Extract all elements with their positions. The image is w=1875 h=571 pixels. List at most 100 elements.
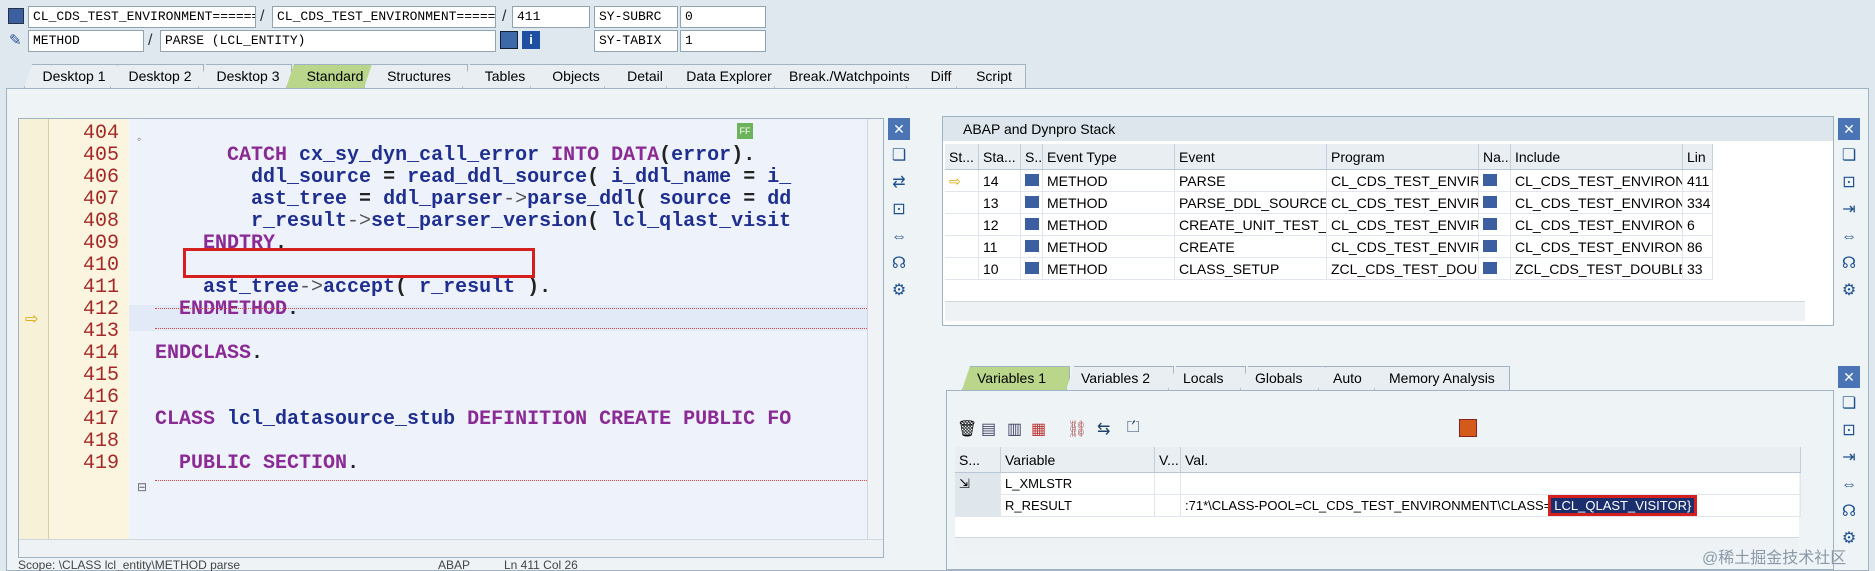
stack-cell[interactable]: CLASS_SETUP <box>1175 258 1327 280</box>
stack-cell[interactable]: 14 <box>979 170 1021 192</box>
settings-icon[interactable]: ⚙ <box>1838 280 1860 302</box>
close-icon[interactable]: ✕ <box>1838 366 1860 388</box>
quickfix-icon[interactable]: FF <box>737 123 753 139</box>
stack-cell[interactable]: 6 <box>1683 214 1713 236</box>
variable-cell[interactable]: ⇲ <box>955 473 1001 495</box>
services-icon[interactable]: ⇔ <box>1838 474 1860 496</box>
program-field[interactable]: CL_CDS_TEST_ENVIRONMENT======= <box>272 6 496 28</box>
method-field[interactable]: PARSE (LCL_ENTITY) <box>160 30 496 52</box>
navigate-icon[interactable] <box>1479 236 1511 258</box>
stack-column-header[interactable]: Sta... <box>979 144 1021 170</box>
folder-icon[interactable]: ⏍ <box>1127 419 1139 437</box>
tab-auto[interactable]: Auto <box>1318 366 1384 390</box>
stack-cell[interactable]: ZCL_CDS_TEST_DOUBLE... <box>1511 258 1683 280</box>
new-tool-icon[interactable]: ❏ <box>888 145 910 167</box>
stack-cell[interactable]: CL_CDS_TEST_ENVIRON... <box>1327 236 1479 258</box>
stack-cell[interactable]: 411 <box>1683 170 1713 192</box>
tab-variables-1[interactable]: Variables 1 <box>962 366 1070 390</box>
stack-cell[interactable]: 13 <box>979 192 1021 214</box>
navigate-icon[interactable] <box>1479 170 1511 192</box>
stack-cell[interactable]: CL_CDS_TEST_ENVIRON... <box>1511 236 1683 258</box>
stack-cell[interactable]: CL_CDS_TEST_ENVIRON... <box>1511 170 1683 192</box>
stack-cell[interactable]: METHOD <box>1043 236 1175 258</box>
variables-column-header[interactable]: V... <box>1155 447 1181 473</box>
layout-icon[interactable]: ▤ <box>981 419 996 439</box>
headset-icon[interactable]: ☊ <box>1838 501 1860 523</box>
fold-marker[interactable]: ⊟ <box>137 480 147 494</box>
move-icon[interactable]: ⇆ <box>1097 419 1110 439</box>
stack-column-header[interactable]: Event <box>1175 144 1327 170</box>
editor-hscroll[interactable] <box>19 539 883 557</box>
sysvar-value-tabix[interactable]: 1 <box>680 30 766 52</box>
stack-cell[interactable]: METHOD <box>1043 192 1175 214</box>
line-field[interactable]: 411 <box>512 6 590 28</box>
stack-cell[interactable]: CL_CDS_TEST_ENVIRON... <box>1327 214 1479 236</box>
stack-column-header[interactable]: St... <box>945 144 979 170</box>
stack-cell[interactable]: 86 <box>1683 236 1713 258</box>
stack-column-header[interactable]: Event Type <box>1043 144 1175 170</box>
navigate-icon[interactable] <box>1021 236 1043 258</box>
navigate-icon[interactable] <box>1021 192 1043 214</box>
delete-icon[interactable]: 🗑 <box>957 419 977 439</box>
stack-cell[interactable]: METHOD <box>1043 258 1175 280</box>
stack-column-header[interactable]: Lin <box>1683 144 1713 170</box>
tab-globals[interactable]: Globals <box>1240 366 1326 390</box>
stack-column-header[interactable]: Na... <box>1479 144 1511 170</box>
code-line[interactable]: 419 PUBLIC SECTION. <box>19 451 883 477</box>
import-icon[interactable]: ▥ <box>1007 419 1022 439</box>
headset-icon[interactable]: ☊ <box>1838 253 1860 275</box>
close-icon[interactable]: ✕ <box>888 118 910 140</box>
current-frame-arrow-icon[interactable]: ⇨ <box>945 170 979 192</box>
stack-cell[interactable]: PARSE <box>1175 170 1327 192</box>
current-frame-arrow-icon[interactable] <box>945 236 979 258</box>
tab-memory-analysis[interactable]: Memory Analysis <box>1374 366 1510 390</box>
swap-tool-icon[interactable]: ⊡ <box>1838 172 1860 194</box>
stack-column-header[interactable]: Program <box>1327 144 1479 170</box>
close-icon[interactable]: ✕ <box>1838 118 1860 140</box>
navigate-icon[interactable] <box>1021 214 1043 236</box>
resize-icon[interactable]: ⇥ <box>1838 447 1860 469</box>
variable-name[interactable]: R_RESULT <box>1001 495 1155 517</box>
services-icon[interactable]: ☊ <box>888 253 910 275</box>
tab-tables[interactable]: Tables <box>462 64 542 88</box>
tab-data-explorer[interactable]: Data Explorer <box>666 64 786 88</box>
stack-column-header[interactable]: S... <box>1021 144 1043 170</box>
navigate-icon[interactable] <box>1021 258 1043 280</box>
stack-cell[interactable]: CREATE_UNIT_TEST_D... <box>1175 214 1327 236</box>
fold-marker[interactable]: ◦ <box>137 132 141 146</box>
tab-structures[interactable]: Structures <box>364 64 468 88</box>
variables-column-header[interactable]: S... <box>955 447 1001 473</box>
stack-cell[interactable]: 12 <box>979 214 1021 236</box>
tab-standard[interactable]: Standard <box>286 64 378 88</box>
variable-value[interactable]: :71*\CLASS-POOL=CL_CDS_TEST_ENVIRONMENT\… <box>1181 495 1801 517</box>
tab-desktop-3[interactable]: Desktop 3 <box>198 64 292 88</box>
save-icon[interactable] <box>1459 419 1477 437</box>
stack-cell[interactable]: CL_CDS_TEST_ENVIRON... <box>1511 192 1683 214</box>
stack-cell[interactable]: METHOD <box>1043 214 1175 236</box>
variable-value[interactable] <box>1181 473 1801 495</box>
resize-icon[interactable]: ⇥ <box>1838 199 1860 221</box>
stack-cell[interactable]: 11 <box>979 236 1021 258</box>
navigate-icon[interactable] <box>1479 258 1511 280</box>
stack-cell[interactable]: 33 <box>1683 258 1713 280</box>
navigate-icon[interactable] <box>1479 214 1511 236</box>
swap-tool-icon[interactable]: ⇄ <box>888 172 910 194</box>
stack-cell[interactable]: CL_CDS_TEST_ENVIRON... <box>1511 214 1683 236</box>
variable-cell[interactable] <box>955 495 1001 517</box>
settings-icon[interactable]: ⚙ <box>888 280 910 302</box>
stack-cell[interactable]: CREATE <box>1175 236 1327 258</box>
tab-locals[interactable]: Locals <box>1168 366 1246 390</box>
tree-icon[interactable]: ⛓ <box>1067 419 1087 439</box>
maximize-icon[interactable]: ❏ <box>1838 393 1860 415</box>
tab-watchpoints[interactable]: Break./Watchpoints <box>774 64 916 88</box>
editor-vscroll[interactable] <box>867 119 883 539</box>
variable-cell[interactable] <box>1155 473 1181 495</box>
display-icon[interactable] <box>500 31 518 49</box>
class-field[interactable]: CL_CDS_TEST_ENVIRONMENT======= <box>28 6 256 28</box>
variables-column-header[interactable]: Val. <box>1181 447 1801 473</box>
type-field[interactable]: METHOD <box>28 30 144 52</box>
export-icon[interactable]: ▦ <box>1031 419 1046 439</box>
stack-cell[interactable]: CL_CDS_TEST_ENVIRON... <box>1327 192 1479 214</box>
stack-cell[interactable]: PARSE_DDL_SOURCE <box>1175 192 1327 214</box>
services-icon[interactable]: ⇔ <box>1838 226 1860 248</box>
